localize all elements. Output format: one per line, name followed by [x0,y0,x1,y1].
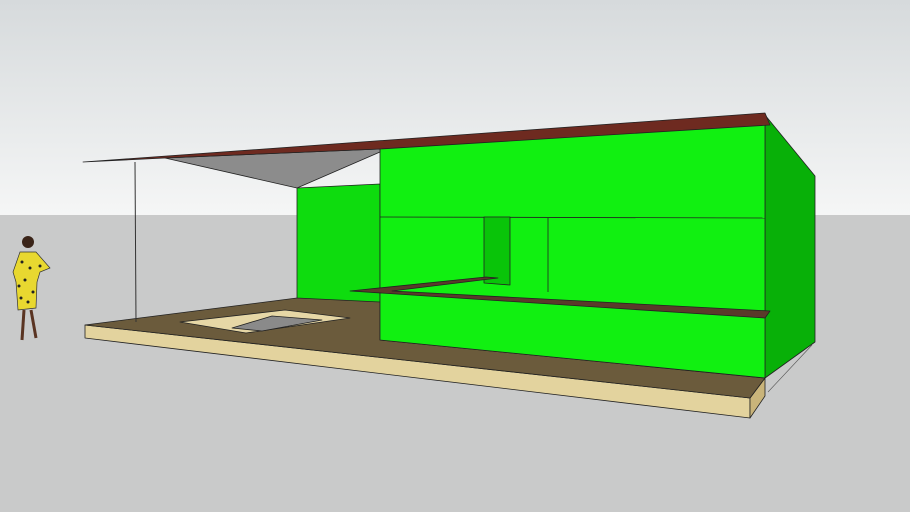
person-head [22,236,34,248]
wall-back-left [296,183,381,303]
sketchup-3d-viewport[interactable] [0,0,910,512]
wall-front [379,114,766,379]
person-leg [20,309,26,341]
doorway-opening [483,216,511,286]
